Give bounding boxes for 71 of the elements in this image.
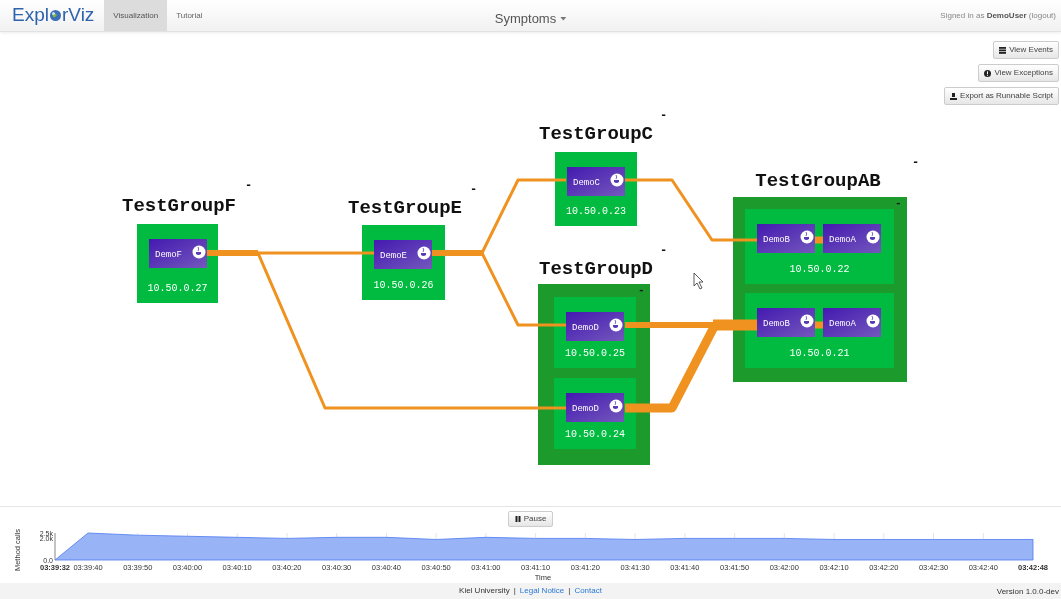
- collapse-toggle[interactable]: -: [895, 197, 902, 209]
- system-label: TestGroupC: [539, 123, 653, 145]
- ip-label: 10.50.0.25: [565, 348, 625, 359]
- list-icon: [999, 46, 1007, 54]
- system-label: TestGroupD: [539, 258, 653, 280]
- globe-icon: [48, 9, 62, 22]
- system-label: TestGroupE: [348, 197, 462, 219]
- application-label: DemoA: [829, 319, 856, 329]
- nav-tab[interactable]: Tutorial: [167, 0, 212, 31]
- separator: |: [568, 585, 571, 597]
- application-label: DemoA: [829, 235, 856, 245]
- application-box: [374, 240, 432, 269]
- cup-icon: [866, 314, 880, 328]
- mouse-cursor: [693, 272, 704, 290]
- system-label: TestGroupF: [122, 195, 236, 217]
- connection-line: [815, 321, 823, 329]
- separator: |: [513, 585, 516, 597]
- cup-icon: [609, 399, 623, 413]
- application-label: DemoC: [573, 178, 600, 188]
- caret-icon: [560, 16, 567, 21]
- ip-label: 10.50.0.26: [373, 280, 434, 291]
- nav-tab[interactable]: Visualization: [104, 0, 168, 31]
- collapse-toggle[interactable]: -: [912, 156, 920, 170]
- pause-button[interactable]: Pause: [507, 511, 554, 527]
- alert-icon: [984, 69, 992, 77]
- action-button[interactable]: View Events: [993, 41, 1059, 59]
- action-button[interactable]: Export as Runnable Script: [944, 87, 1059, 105]
- ip-label: 10.50.0.22: [789, 264, 850, 275]
- footer-text: Kiel University: [459, 585, 510, 597]
- collapse-toggle[interactable]: -: [660, 109, 668, 123]
- application-box: [566, 312, 624, 341]
- application-label: DemoB: [763, 319, 790, 329]
- brand-text: Expl: [12, 3, 49, 28]
- user-status: Signed in as DemoUser (logout): [940, 9, 1057, 22]
- application-box: [823, 308, 881, 337]
- ip-label: 10.50.0.21: [789, 348, 850, 359]
- system-label: TestGroupAB: [755, 170, 881, 192]
- cup-icon: [800, 230, 814, 244]
- footer-link[interactable]: Contact: [574, 585, 602, 597]
- application-box: [757, 224, 815, 253]
- application-label: DemoD: [572, 323, 599, 333]
- brand-text: rViz: [61, 3, 95, 28]
- cup-icon: [866, 230, 880, 244]
- application-label: DemoB: [763, 235, 790, 245]
- cup-icon: [609, 318, 623, 332]
- application-label: DemoF: [155, 250, 182, 260]
- collapse-toggle[interactable]: -: [660, 244, 668, 258]
- application-label: DemoE: [380, 251, 407, 261]
- application-label: DemoD: [572, 404, 599, 414]
- cup-icon: [610, 173, 624, 187]
- application-box: [823, 224, 881, 253]
- ip-label: 10.50.0.23: [566, 206, 626, 217]
- cup-icon: [800, 314, 814, 328]
- application-box: [567, 167, 625, 196]
- footer-link[interactable]: Legal Notice: [519, 585, 565, 597]
- action-button[interactable]: View Exceptions: [978, 64, 1059, 82]
- application-box: [757, 308, 815, 337]
- ip-label: 10.50.0.24: [565, 429, 625, 440]
- ip-label: 10.50.0.27: [147, 283, 208, 294]
- pause-icon: [514, 516, 521, 522]
- cup-icon: [417, 246, 431, 260]
- collapse-toggle[interactable]: -: [245, 179, 253, 193]
- export-icon: [950, 92, 958, 100]
- title-dropdown[interactable]: Symptoms: [494, 9, 567, 29]
- application-box: [149, 239, 207, 268]
- connection-line: [815, 236, 823, 244]
- application-box: [566, 393, 624, 422]
- collapse-toggle[interactable]: -: [638, 284, 645, 296]
- cup-icon: [192, 245, 206, 259]
- collapse-toggle[interactable]: -: [470, 183, 478, 197]
- version-text: Version 1.0.0-dev: [996, 586, 1059, 598]
